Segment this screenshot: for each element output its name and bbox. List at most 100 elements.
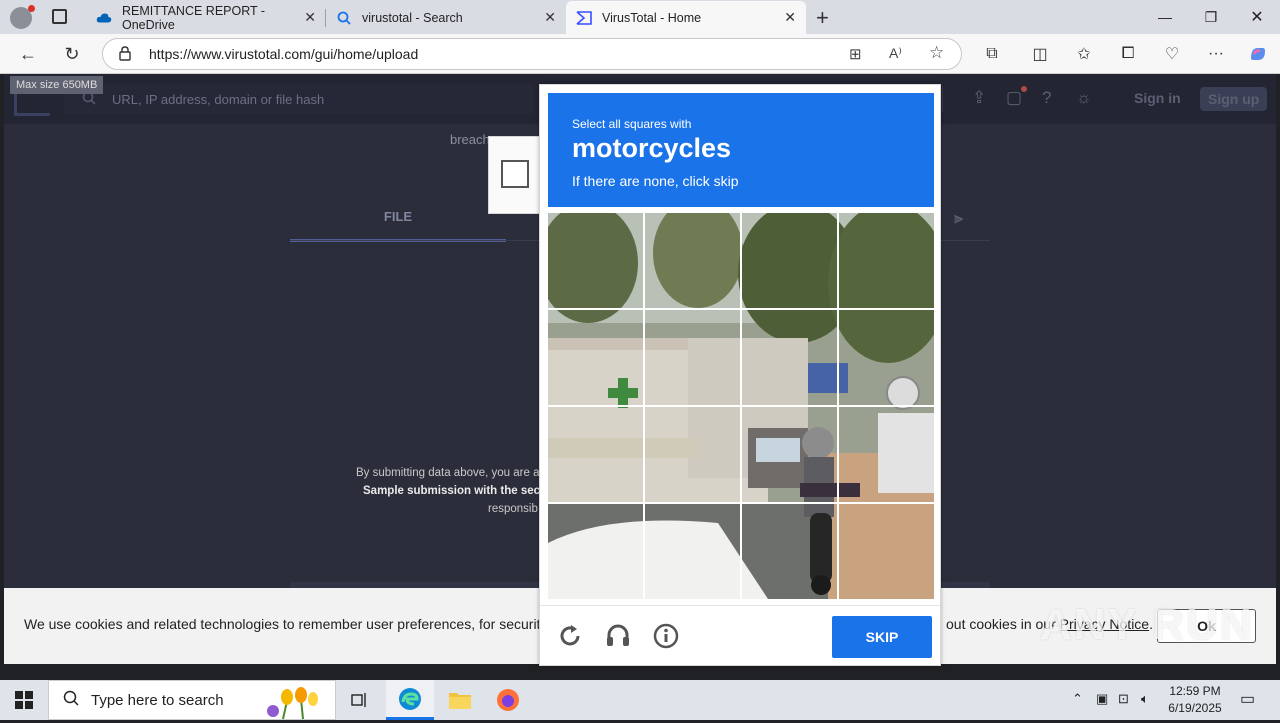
captcha-tile-image <box>742 407 837 502</box>
close-tab-icon[interactable]: ✕ <box>304 9 316 26</box>
address-bar[interactable]: https://www.virustotal.com/gui/home/uplo… <box>102 38 962 70</box>
close-window-icon[interactable]: ✕ <box>1234 0 1280 34</box>
captcha-tile[interactable] <box>645 504 740 599</box>
url-text: https://www.virustotal.com/gui/home/uplo… <box>149 46 419 62</box>
captcha-checkbox[interactable] <box>501 160 529 188</box>
notification-dot-icon <box>1021 86 1027 92</box>
favorite-star-icon[interactable]: ☆ <box>929 43 944 63</box>
collections-icon[interactable]: ⧠ <box>1116 42 1140 66</box>
copilot-icon[interactable] <box>1246 42 1270 66</box>
sign-in-link[interactable]: Sign in <box>1134 90 1181 106</box>
captcha-footer: SKIP <box>540 605 940 667</box>
taskbar-search-box[interactable]: Type here to search <box>48 680 336 720</box>
prompt-instruction: Select all squares with <box>572 117 692 131</box>
browser-toolbar: ← ↻ https://www.virustotal.com/gui/home/… <box>0 34 1280 74</box>
captcha-tile[interactable] <box>548 213 643 308</box>
captcha-tile-image <box>645 213 740 308</box>
upload-icon[interactable]: ⇪ <box>972 88 986 108</box>
show-hidden-icons-icon[interactable]: ⌃ <box>1072 691 1083 707</box>
file-explorer-icon[interactable] <box>436 680 484 720</box>
terms-text-bold: Sample submission with the secu <box>363 485 548 497</box>
intro-text-fragment: breach <box>450 132 490 147</box>
theme-toggle-icon[interactable]: ☼ <box>1076 88 1092 108</box>
chat-icon[interactable]: ▢ <box>1006 88 1022 108</box>
back-arrow-icon[interactable]: ← <box>14 40 42 68</box>
tab-virustotal-home[interactable]: VirusTotal - Home ✕ <box>566 1 806 34</box>
captcha-prompt: Select all squares with motorcycles If t… <box>548 93 934 207</box>
captcha-tile[interactable] <box>742 310 837 405</box>
tab-title: virustotal - Search <box>362 10 463 25</box>
audio-challenge-icon[interactable] <box>602 620 634 652</box>
tab-file[interactable]: FILE <box>290 204 506 242</box>
captcha-tile[interactable] <box>839 310 934 405</box>
search-tab-icon[interactable]: ⫸ <box>954 210 963 228</box>
tab-virustotal-search[interactable]: virustotal - Search ✕ <box>326 1 566 34</box>
captcha-tile-image <box>742 213 837 308</box>
close-tab-icon[interactable]: ✕ <box>784 9 796 26</box>
favorites-icon[interactable]: ✩ <box>1072 42 1096 66</box>
captcha-tile[interactable] <box>742 213 837 308</box>
captcha-tile-image <box>645 407 740 502</box>
vt-search-input[interactable]: URL, IP address, domain or file hash <box>64 84 534 114</box>
restore-icon[interactable]: ❐ <box>1188 0 1234 34</box>
minimize-icon[interactable]: — <box>1142 0 1188 34</box>
read-aloud-icon[interactable]: A⁾ <box>889 45 902 62</box>
captcha-tile-image <box>645 504 740 599</box>
sign-up-button[interactable]: Sign up <box>1200 87 1268 111</box>
search-icon <box>63 690 79 710</box>
tab-title: REMITTANCE REPORT - OneDrive <box>122 3 266 32</box>
more-options-icon[interactable]: ··· <box>1204 42 1228 66</box>
captcha-tile-image <box>548 213 643 308</box>
refresh-icon[interactable] <box>554 620 586 652</box>
header-divider <box>942 86 943 112</box>
new-tab-icon[interactable]: + <box>816 5 829 31</box>
captcha-tile[interactable] <box>548 310 643 405</box>
device-icon[interactable]: ▣ <box>1096 691 1108 707</box>
split-screen-icon[interactable]: ◫ <box>1028 42 1052 66</box>
info-icon[interactable] <box>650 620 682 652</box>
captcha-tile-image <box>645 310 740 405</box>
tab-onedrive[interactable]: REMITTANCE REPORT - OneDrive ✕ <box>86 1 326 34</box>
browser-essentials-icon[interactable]: ♡ <box>1160 42 1184 66</box>
clock-date: 6/19/2025 <box>1168 701 1222 715</box>
captcha-tile-image <box>839 504 934 599</box>
firefox-icon[interactable] <box>484 680 532 720</box>
notifications-icon[interactable]: ▭ <box>1240 689 1255 709</box>
system-clock[interactable]: 12:59 PM 6/19/2025 <box>1160 683 1230 717</box>
virustotal-icon <box>576 10 592 26</box>
network-icon[interactable]: ⊡ <box>1118 691 1129 707</box>
captcha-tile[interactable] <box>742 407 837 502</box>
windows-start-icon[interactable] <box>0 680 48 720</box>
volume-icon[interactable]: 🔈︎ <box>1141 691 1149 707</box>
captcha-tile-image <box>839 310 934 405</box>
captcha-tile[interactable] <box>839 407 934 502</box>
lock-icon[interactable] <box>119 46 131 61</box>
close-tab-icon[interactable]: ✕ <box>544 9 556 26</box>
clock-time: 12:59 PM <box>1169 684 1221 698</box>
skip-button[interactable]: SKIP <box>832 616 932 658</box>
captcha-tile[interactable] <box>742 504 837 599</box>
captcha-challenge: Select all squares with motorcycles If t… <box>539 84 941 666</box>
captcha-tile[interactable] <box>645 213 740 308</box>
captcha-tile[interactable] <box>839 504 934 599</box>
task-view-icon[interactable] <box>336 680 384 720</box>
captcha-tile[interactable] <box>548 504 643 599</box>
notification-dot-icon <box>28 5 35 12</box>
captcha-tile-image <box>839 213 934 308</box>
prompt-object: motorcycles <box>572 133 732 163</box>
extensions-icon[interactable]: ⧉ <box>980 42 1004 66</box>
edge-browser-icon[interactable] <box>386 680 434 720</box>
prompt-hint: If there are none, click skip <box>572 173 739 189</box>
browser-tab-bar: REMITTANCE REPORT - OneDrive ✕ virustota… <box>0 0 1280 34</box>
taskbar-search-placeholder: Type here to search <box>91 691 224 709</box>
captcha-tile[interactable] <box>548 407 643 502</box>
captcha-tile[interactable] <box>645 407 740 502</box>
captcha-tile-image <box>742 504 837 599</box>
help-icon[interactable]: ? <box>1042 88 1051 108</box>
captcha-tile[interactable] <box>645 310 740 405</box>
refresh-icon[interactable]: ↻ <box>58 40 86 68</box>
tab-actions-icon[interactable] <box>52 9 67 24</box>
captcha-tile[interactable] <box>839 213 934 308</box>
cookie-text: We use cookies and related technologies … <box>24 616 578 632</box>
app-available-icon[interactable]: ⊞ <box>849 45 862 63</box>
